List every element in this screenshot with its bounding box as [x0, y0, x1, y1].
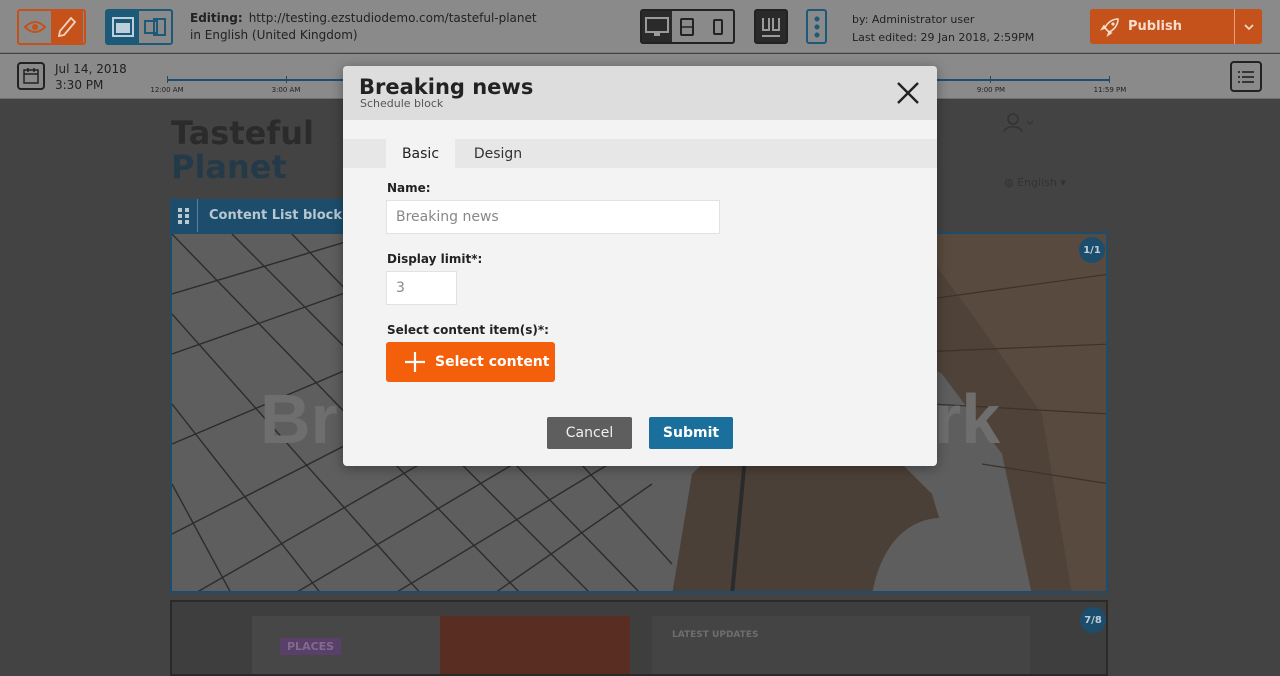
article-image [440, 616, 630, 674]
desktop-preview-button[interactable] [642, 11, 673, 42]
vertical-dots-icon [814, 16, 819, 37]
hero-headline-right: rk [934, 380, 1001, 458]
publish-label: Publish [1128, 19, 1182, 34]
layout-mode-toggle [105, 9, 173, 45]
latest-updates-panel: LATEST UPDATES [652, 616, 1030, 674]
display-limit-field[interactable] [386, 271, 457, 305]
timeline-tick-label: 11:59 PM [1093, 86, 1127, 94]
site-title-line-1: Tasteful [171, 114, 315, 152]
modal-subtitle: Schedule block [360, 97, 444, 110]
modal-header: Breaking news Schedule block [343, 66, 937, 120]
panels-icon [144, 18, 166, 36]
drag-handle[interactable] [170, 199, 198, 232]
modal-title: Breaking news [359, 75, 534, 99]
edit-mode-button[interactable] [51, 11, 83, 43]
category-tag: PLACES [280, 638, 342, 655]
modal-tabs: Basic Design [343, 139, 937, 168]
timeline-time: 3:30 PM [55, 78, 104, 92]
compare-button[interactable] [754, 9, 788, 44]
select-content-label-text: Select content [435, 354, 550, 370]
select-content-label: Select content item(s)*: [387, 323, 549, 337]
tablet-preview-button[interactable] [672, 11, 702, 42]
rocket-icon [1100, 17, 1119, 37]
eye-icon [24, 21, 46, 33]
block-settings-modal: Breaking news Schedule block Basic Desig… [343, 66, 937, 466]
content-list-block-label[interactable]: Content List block [170, 199, 344, 232]
language-label: English [1017, 176, 1057, 189]
device-preview-group [640, 9, 735, 44]
grip-icon [177, 207, 189, 224]
preview-mode-button[interactable] [19, 11, 51, 43]
site-title-line-2: Planet [171, 148, 287, 186]
editing-label: Editing: [190, 11, 243, 25]
author-text: by: Administrator user [852, 13, 975, 26]
timeline-tick-label: 3:00 AM [271, 86, 301, 94]
tablet-icon [680, 17, 695, 36]
timeline-tick [286, 76, 287, 83]
submit-button[interactable]: Submit [649, 417, 733, 449]
pencil-icon [58, 17, 76, 37]
editing-url: http://testing.ezstudiodemo.com/tasteful… [248, 11, 537, 25]
view-mode-toggle [17, 9, 86, 45]
lower-content-block[interactable]: PLACES LATEST UPDATES 7/8 [170, 600, 1108, 676]
chevron-down-icon [1243, 23, 1254, 30]
timeline-date: Jul 14, 2018 [55, 62, 127, 76]
timeline-datetime: Jul 14, 2018 3:30 PM [55, 61, 127, 93]
window-icon [112, 17, 134, 37]
timeline-tick [990, 76, 991, 83]
close-icon[interactable] [895, 80, 921, 106]
display-limit-label: Display limit*: [387, 252, 483, 266]
user-icon [1003, 113, 1033, 133]
tab-design[interactable]: Design [463, 139, 533, 168]
timeline-tick [1109, 76, 1110, 83]
select-content-button[interactable]: Select content [386, 342, 555, 382]
editing-info: Editing: http://testing.ezstudiodemo.com/… [190, 10, 537, 44]
mobile-preview-button[interactable] [703, 11, 733, 42]
top-toolbar: Editing: http://testing.ezstudiodemo.com/… [0, 0, 1280, 53]
plus-icon [405, 352, 425, 372]
name-field[interactable] [386, 200, 720, 234]
page-counter-badge: 1/1 [1079, 237, 1105, 263]
more-options-button[interactable] [806, 9, 827, 44]
timeline-tick [167, 76, 168, 83]
block-label-text: Content List block [209, 208, 343, 223]
language-switcher[interactable]: ◍ English ▾ [1004, 176, 1066, 189]
cancel-button[interactable]: Cancel [547, 417, 632, 449]
hero-headline-left: Br [260, 380, 338, 458]
last-edited-text: Last edited: 29 Jan 2018, 2:59PM [852, 31, 1035, 44]
calendar-button[interactable] [17, 62, 45, 90]
mobile-icon [712, 18, 723, 35]
timeline-tick-label: 9:00 PM [976, 86, 1006, 94]
page-counter-badge: 7/8 [1080, 607, 1106, 633]
edit-meta: by: Administrator user Last edited: 29 J… [852, 11, 1034, 47]
site-logo: Tasteful Planet [171, 116, 314, 184]
name-label: Name: [387, 181, 431, 195]
tab-basic[interactable]: Basic [386, 139, 455, 168]
timeline-tick-label: 12:00 AM [150, 86, 184, 94]
desktop-icon [645, 16, 670, 36]
article-card[interactable]: PLACES [252, 616, 440, 674]
latest-updates-heading: LATEST UPDATES [672, 630, 759, 640]
block-layout-button[interactable] [139, 11, 171, 43]
list-icon [1238, 70, 1254, 83]
editing-language: in English (United Kingdom) [190, 28, 358, 42]
publish-button[interactable]: Publish [1090, 9, 1262, 44]
page-layout-button[interactable] [107, 11, 139, 43]
calendar-icon [23, 68, 39, 84]
timeline-list-button[interactable] [1230, 61, 1262, 92]
split-icon [762, 17, 780, 37]
publish-options-button[interactable] [1234, 9, 1262, 44]
